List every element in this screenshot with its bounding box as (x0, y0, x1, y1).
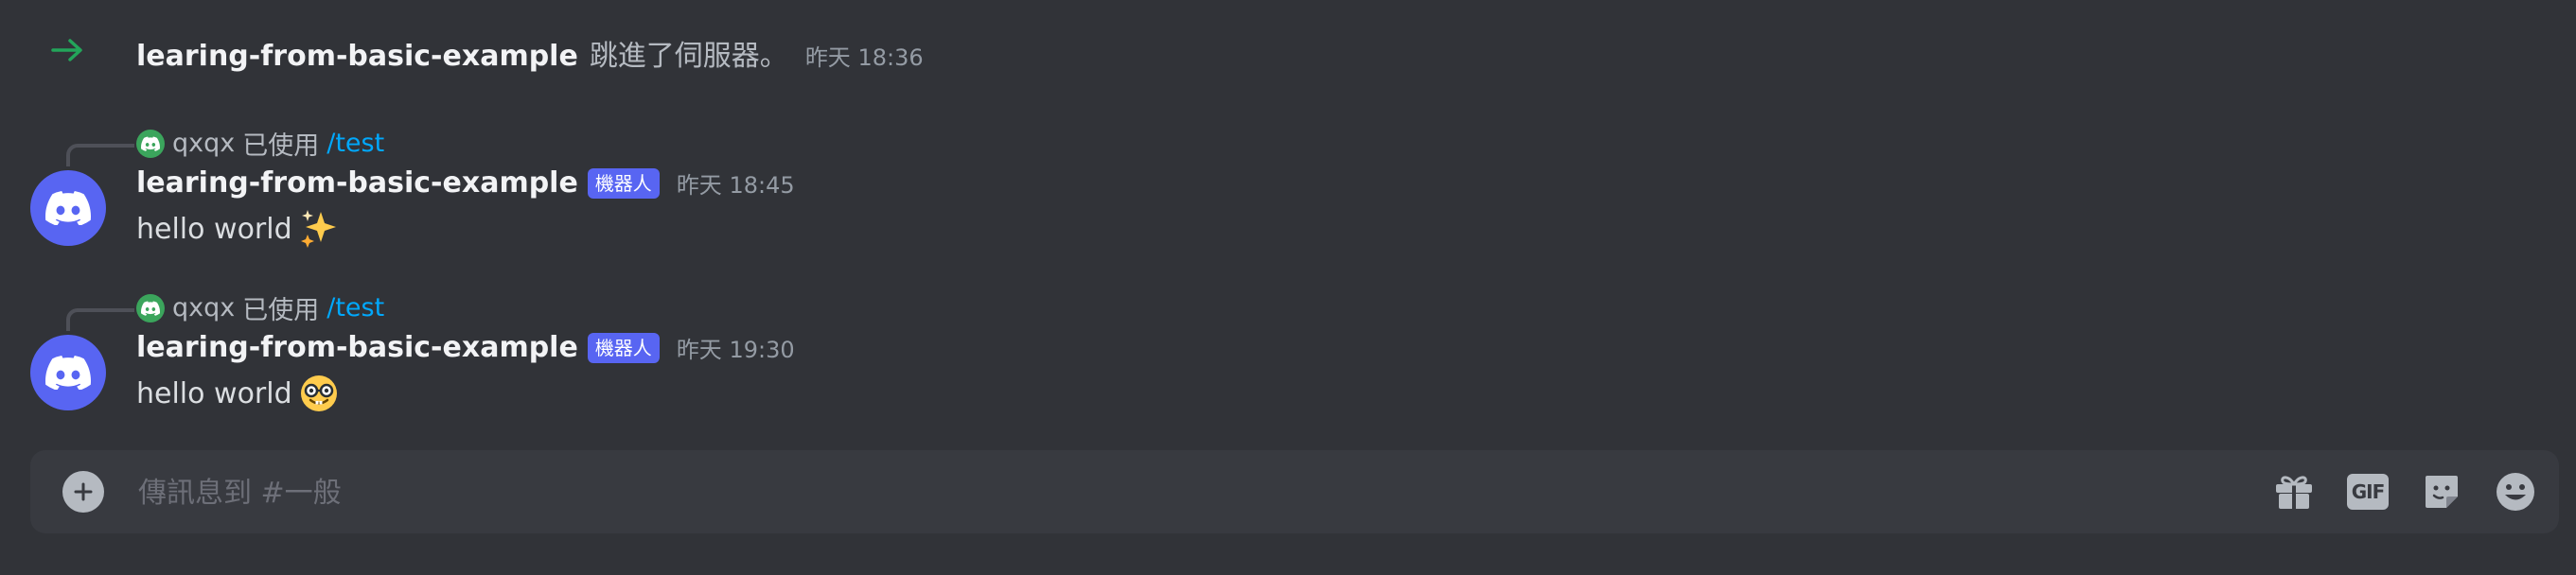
message-text: hello world (136, 376, 292, 410)
reply-command[interactable]: /test (326, 129, 384, 158)
discord-logo-icon (45, 191, 91, 225)
message-input[interactable] (136, 465, 2222, 520)
nerd-face-emoji-icon (300, 375, 337, 411)
message-timestamp: 昨天 18:45 (676, 172, 795, 199)
emoji-icon[interactable] (2493, 469, 2538, 514)
message-header: learing-from-basic-example 機器人 昨天 19:30 (136, 331, 795, 364)
message-item: qxqx 已使用 /test learing-from-basic-exampl… (0, 104, 2576, 255)
system-join-message: learing-from-basic-example 跳進了伺服器。 昨天 18… (0, 23, 2576, 79)
message-author[interactable]: learing-from-basic-example (136, 331, 578, 364)
message-composer: GIF (30, 450, 2559, 533)
system-timestamp: 昨天 18:36 (804, 44, 924, 71)
reply-connector (66, 308, 134, 331)
gif-icon[interactable]: GIF (2345, 469, 2391, 514)
plus-circle-icon[interactable] (62, 471, 104, 513)
system-username[interactable]: learing-from-basic-example (136, 40, 578, 73)
reply-preview[interactable]: qxqx 已使用 /test (136, 125, 384, 162)
discord-logo-icon (45, 356, 91, 390)
bot-tag: 機器人 (587, 167, 660, 199)
discord-logo-icon (141, 301, 160, 316)
avatar[interactable] (30, 170, 106, 246)
reply-username[interactable]: qxqx (172, 293, 235, 322)
message-header: learing-from-basic-example 機器人 昨天 18:45 (136, 166, 795, 200)
reply-username[interactable]: qxqx (172, 129, 235, 158)
gift-icon[interactable] (2271, 469, 2317, 514)
message-text: hello world (136, 212, 292, 246)
message-item: qxqx 已使用 /test learing-from-basic-exampl… (0, 269, 2576, 420)
chat-view: learing-from-basic-example 跳進了伺服器。 昨天 18… (0, 0, 2576, 575)
message-content: hello world (136, 208, 340, 250)
discord-logo-icon (141, 136, 160, 151)
system-message-body: 跳進了伺服器。 (589, 40, 788, 73)
reply-preview[interactable]: qxqx 已使用 /test (136, 289, 384, 326)
bot-tag: 機器人 (587, 332, 660, 363)
message-timestamp: 昨天 19:30 (676, 337, 795, 363)
message-author[interactable]: learing-from-basic-example (136, 166, 578, 200)
sticker-icon[interactable] (2419, 469, 2464, 514)
system-message-text: learing-from-basic-example 跳進了伺服器。 昨天 18… (136, 32, 924, 74)
reply-verb: 已使用 (242, 131, 320, 161)
avatar[interactable] (30, 335, 106, 410)
sparkles-emoji-icon (300, 210, 336, 248)
reply-avatar (136, 129, 165, 158)
reply-avatar (136, 293, 165, 322)
reply-connector (66, 144, 134, 166)
gif-label: GIF (2347, 474, 2389, 510)
arrow-right-icon (51, 39, 82, 61)
message-content: hello world (136, 373, 340, 414)
reply-verb: 已使用 (242, 296, 320, 325)
reply-command[interactable]: /test (326, 293, 384, 322)
